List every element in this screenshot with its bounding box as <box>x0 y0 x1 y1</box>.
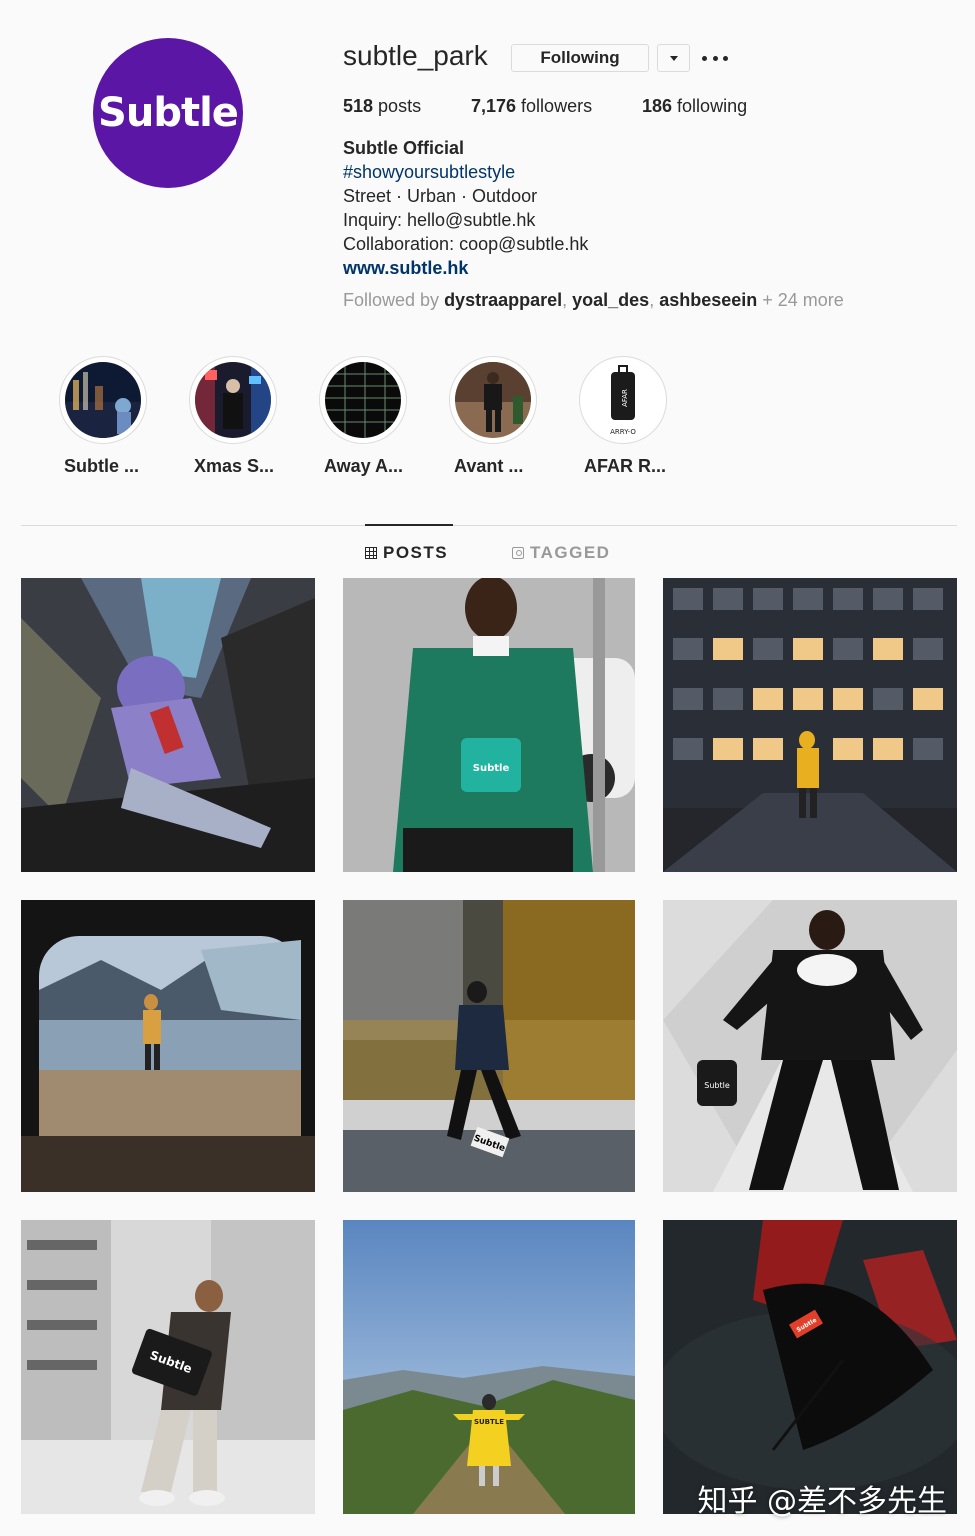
bio-line: Street · Urban · Outdoor <box>343 186 538 206</box>
zhihu-watermark: 知乎 @差不多先生 <box>697 1484 947 1519</box>
neon-street-thumb <box>195 362 271 438</box>
post-puffer-walk[interactable]: Subtle <box>343 900 635 1192</box>
bio-full-name: Subtle Official <box>343 138 465 158</box>
avatar-logo-text: Subtle <box>98 90 239 136</box>
svg-text:Subtle: Subtle <box>473 763 510 774</box>
post-black-dove-hoodie[interactable]: Subtle <box>663 900 957 1192</box>
post-building-night[interactable] <box>663 578 957 872</box>
post-lake-reflection[interactable] <box>21 900 315 1192</box>
svg-text:ARRY-O: ARRY-O <box>610 428 636 436</box>
highlight-item[interactable]: Avant ... <box>448 356 538 477</box>
post-umbrella-rain[interactable]: Subtle <box>663 1220 957 1514</box>
follower-name[interactable]: ashbeseein <box>659 290 757 310</box>
svg-text:AFAR: AFAR <box>621 389 629 407</box>
city-night-thumb <box>65 362 141 438</box>
highlight-item[interactable]: Subtle ... <box>58 356 148 477</box>
active-tab-indicator <box>365 524 453 526</box>
grid-icon <box>365 547 377 559</box>
tab-posts[interactable]: POSTS <box>365 543 448 563</box>
stat-followers[interactable]: 7,176 followers <box>471 96 592 117</box>
post-green-fleece[interactable]: Subtle <box>343 578 635 872</box>
luggage-thumb: AFAR ARRY-O <box>585 362 661 438</box>
tab-tagged[interactable]: TAGGED <box>512 543 610 563</box>
tagged-icon <box>512 547 524 559</box>
followed-by[interactable]: Followed by dystraapparel, yoal_des, ash… <box>343 290 844 311</box>
website-link[interactable]: www.subtle.hk <box>343 256 468 280</box>
highlight-label: Avant ... <box>454 456 524 476</box>
highlight-label: AFAR R... <box>584 456 667 476</box>
model-room-thumb <box>455 362 531 438</box>
post-mountain-yellow[interactable]: SUBTLE <box>343 1220 635 1514</box>
following-button[interactable]: Following <box>511 44 649 72</box>
follower-name[interactable]: dystraapparel <box>444 290 562 310</box>
bio-line: Collaboration: coop@subtle.hk <box>343 234 589 254</box>
bio-hashtag-link[interactable]: #showyoursubtlestyle <box>343 160 515 184</box>
chevron-down-icon <box>669 55 678 61</box>
profile-avatar[interactable]: Subtle <box>93 38 243 188</box>
grid-pattern-thumb <box>325 362 401 438</box>
stat-posts: 518 posts <box>343 96 422 116</box>
profile-username: subtle_park <box>343 40 488 71</box>
highlight-label: Xmas S... <box>194 456 275 476</box>
stat-following[interactable]: 186 following <box>642 96 747 117</box>
highlight-item[interactable]: AFAR ARRY-O AFAR R... <box>578 356 668 477</box>
post-rooftop-hoodie[interactable] <box>21 578 315 872</box>
svg-text:Subtle: Subtle <box>704 1081 730 1090</box>
bio-line: Inquiry: hello@subtle.hk <box>343 210 536 230</box>
more-options-button[interactable] <box>702 46 728 70</box>
highlight-label: Away A... <box>324 456 404 476</box>
section-divider <box>21 525 957 526</box>
svg-text:SUBTLE: SUBTLE <box>474 1418 504 1426</box>
highlight-item[interactable]: Away A... <box>318 356 408 477</box>
suggestions-dropdown-button[interactable] <box>657 44 690 72</box>
post-bomber-bag[interactable]: Subtle <box>21 1220 315 1514</box>
highlight-item[interactable]: Xmas S... <box>188 356 278 477</box>
more-dots-icon <box>702 55 707 61</box>
follower-name[interactable]: yoal_des <box>572 290 649 310</box>
highlight-label: Subtle ... <box>64 456 140 476</box>
